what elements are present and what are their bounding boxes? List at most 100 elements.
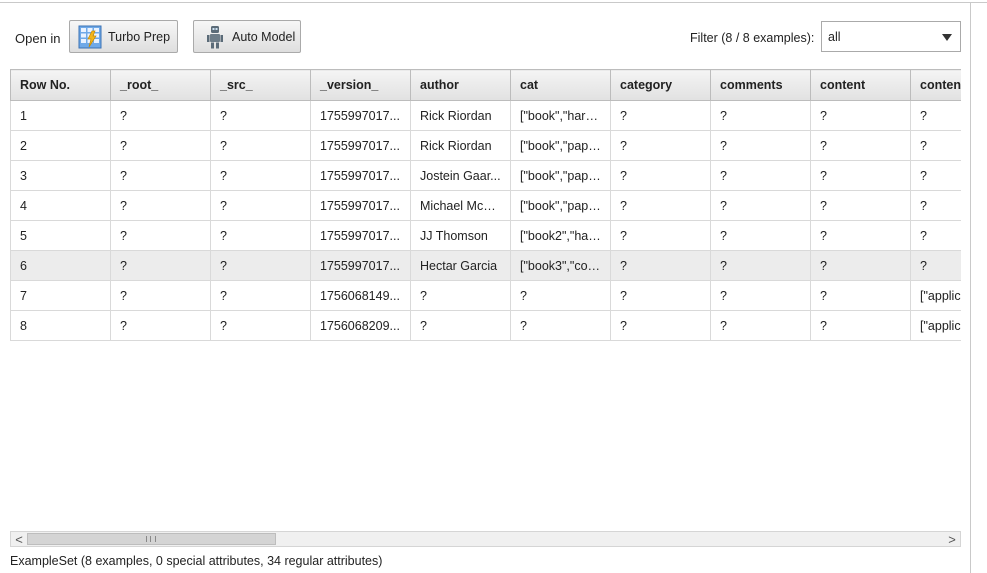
- table-cell[interactable]: ?: [910, 190, 961, 221]
- table-row[interactable]: 6?? 1755997017... Hectar Garcia ["book3","c…: [10, 250, 961, 281]
- filter-select[interactable]: all: [821, 21, 961, 52]
- table-cell[interactable]: Jostein Gaar...: [410, 160, 511, 191]
- table-cell[interactable]: Rick Riordan: [410, 130, 511, 161]
- table-cell[interactable]: Michael McC...: [410, 190, 511, 221]
- column-header[interactable]: comments: [710, 69, 811, 101]
- column-header[interactable]: author: [410, 69, 511, 101]
- table-cell[interactable]: ?: [710, 130, 811, 161]
- table-cell[interactable]: ?: [110, 160, 211, 191]
- table-row[interactable]: 8?? 1756068209...????? ["applic: [10, 310, 961, 341]
- table-cell[interactable]: 1755997017...: [310, 250, 411, 281]
- table-cell[interactable]: ?: [610, 250, 711, 281]
- table-cell[interactable]: ?: [710, 160, 811, 191]
- table-cell[interactable]: ["book3","cov...: [510, 250, 611, 281]
- table-cell[interactable]: JJ Thomson: [410, 220, 511, 251]
- table-cell[interactable]: ?: [110, 220, 211, 251]
- table-cell[interactable]: ?: [810, 280, 911, 311]
- table-cell[interactable]: ?: [210, 190, 311, 221]
- table-cell[interactable]: ?: [910, 100, 961, 131]
- table-cell[interactable]: ?: [710, 100, 811, 131]
- table-cell[interactable]: ["applic: [910, 310, 961, 341]
- table-cell[interactable]: 4: [10, 190, 111, 221]
- table-cell[interactable]: ?: [510, 310, 611, 341]
- table-cell[interactable]: ?: [610, 160, 711, 191]
- column-header[interactable]: Row No.: [10, 69, 111, 101]
- turbo-prep-button[interactable]: Turbo Prep: [69, 20, 178, 53]
- table-cell[interactable]: 1756068149...: [310, 280, 411, 311]
- table-cell[interactable]: ?: [210, 130, 311, 161]
- table-cell[interactable]: 1755997017...: [310, 100, 411, 131]
- table-cell[interactable]: ?: [610, 130, 711, 161]
- table-cell[interactable]: ?: [910, 250, 961, 281]
- table-cell[interactable]: 6: [10, 250, 111, 281]
- table-cell[interactable]: ?: [710, 220, 811, 251]
- horizontal-scrollbar[interactable]: < >: [10, 531, 961, 547]
- column-header[interactable]: _root_: [110, 69, 211, 101]
- column-header[interactable]: content: [910, 69, 961, 101]
- table-cell[interactable]: 8: [10, 310, 111, 341]
- table-cell[interactable]: 1755997017...: [310, 130, 411, 161]
- table-cell[interactable]: 5: [10, 220, 111, 251]
- table-cell[interactable]: ?: [610, 280, 711, 311]
- table-row[interactable]: 7?? 1756068149...????? ["applic: [10, 280, 961, 311]
- table-cell[interactable]: ?: [210, 220, 311, 251]
- table-cell[interactable]: ?: [910, 160, 961, 191]
- column-header[interactable]: _version_: [310, 69, 411, 101]
- table-cell[interactable]: Rick Riordan: [410, 100, 511, 131]
- table-cell[interactable]: ?: [410, 280, 511, 311]
- table-cell[interactable]: ?: [110, 100, 211, 131]
- table-cell[interactable]: ?: [210, 250, 311, 281]
- table-cell[interactable]: 1755997017...: [310, 160, 411, 191]
- table-cell[interactable]: ?: [210, 160, 311, 191]
- scroll-left-arrow[interactable]: <: [11, 532, 27, 547]
- table-cell[interactable]: ?: [110, 310, 211, 341]
- table-cell[interactable]: ["book","hard...: [510, 100, 611, 131]
- table-row[interactable]: 4?? 1755997017... Michael McC... ["book","p…: [10, 190, 961, 221]
- table-cell[interactable]: 1: [10, 100, 111, 131]
- table-cell[interactable]: ?: [810, 220, 911, 251]
- table-cell[interactable]: Hectar Garcia: [410, 250, 511, 281]
- table-cell[interactable]: ?: [810, 100, 911, 131]
- table-cell[interactable]: ?: [710, 190, 811, 221]
- table-cell[interactable]: ["book","pape...: [510, 190, 611, 221]
- table-cell[interactable]: 3: [10, 160, 111, 191]
- table-cell[interactable]: ?: [710, 250, 811, 281]
- table-cell[interactable]: ["book","pape...: [510, 130, 611, 161]
- table-cell[interactable]: 2: [10, 130, 111, 161]
- table-row[interactable]: 1?? 1755997017... Rick Riordan ["book","har…: [10, 100, 961, 131]
- table-cell[interactable]: ?: [810, 160, 911, 191]
- table-cell[interactable]: ?: [610, 220, 711, 251]
- table-cell[interactable]: ?: [810, 190, 911, 221]
- table-cell[interactable]: ?: [710, 310, 811, 341]
- scroll-thumb[interactable]: [27, 533, 276, 545]
- column-header[interactable]: category: [610, 69, 711, 101]
- table-cell[interactable]: ?: [210, 280, 311, 311]
- table-cell[interactable]: ?: [810, 130, 911, 161]
- table-row[interactable]: 2?? 1755997017... Rick Riordan ["book","pap…: [10, 130, 961, 161]
- table-cell[interactable]: ?: [610, 310, 711, 341]
- table-cell[interactable]: 1756068209...: [310, 310, 411, 341]
- table-cell[interactable]: ["applic: [910, 280, 961, 311]
- table-cell[interactable]: ?: [510, 280, 611, 311]
- auto-model-button[interactable]: Auto Model: [193, 20, 301, 53]
- column-header[interactable]: _src_: [210, 69, 311, 101]
- table-cell[interactable]: ?: [710, 280, 811, 311]
- table-cell[interactable]: ?: [210, 100, 311, 131]
- column-header[interactable]: cat: [510, 69, 611, 101]
- table-cell[interactable]: 1755997017...: [310, 220, 411, 251]
- chevron-down-icon[interactable]: [942, 34, 952, 41]
- column-header[interactable]: content: [810, 69, 911, 101]
- table-cell[interactable]: ?: [110, 280, 211, 311]
- table-cell[interactable]: ?: [110, 190, 211, 221]
- table-cell[interactable]: ?: [810, 310, 911, 341]
- table-cell[interactable]: ?: [910, 220, 961, 251]
- scroll-right-arrow[interactable]: >: [944, 532, 960, 547]
- table-row[interactable]: 5?? 1755997017... JJ Thomson ["book2","har.…: [10, 220, 961, 251]
- table-cell[interactable]: ?: [110, 130, 211, 161]
- table-cell[interactable]: ?: [810, 250, 911, 281]
- table-cell[interactable]: ?: [610, 190, 711, 221]
- table-cell[interactable]: ?: [410, 310, 511, 341]
- table-cell[interactable]: ["book2","har...: [510, 220, 611, 251]
- table-cell[interactable]: ?: [610, 100, 711, 131]
- table-row[interactable]: 3?? 1755997017... Jostein Gaar... ["book","…: [10, 160, 961, 191]
